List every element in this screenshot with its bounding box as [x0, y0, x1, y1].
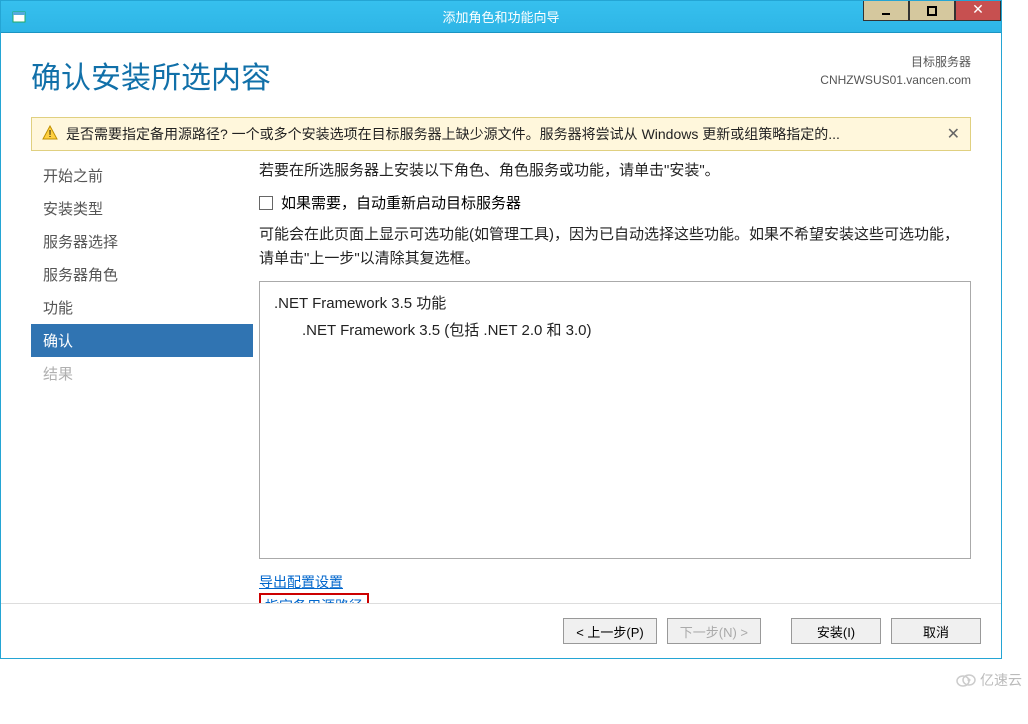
sidebar-item-results: 结果 [31, 357, 253, 390]
sidebar-item-server-roles[interactable]: 服务器角色 [31, 258, 253, 291]
next-button: 下一步(N) > [667, 618, 761, 644]
sidebar-item-installation-type[interactable]: 安装类型 [31, 192, 253, 225]
wizard-sidebar: 开始之前 安装类型 服务器选择 服务器角色 功能 确认 结果 [31, 159, 253, 620]
watermark: 亿速云 [956, 670, 1022, 690]
warning-bar: ! 是否需要指定备用源路径? 一个或多个安装选项在目标服务器上缺少源文件。服务器… [31, 117, 971, 151]
header-row: 确认安装所选内容 目标服务器 CNHZWSUS01.vancen.com [1, 33, 1001, 97]
feature-child: .NET Framework 3.5 (包括 .NET 2.0 和 3.0) [274, 319, 956, 340]
titlebar: 添加角色和功能向导 ✕ [1, 1, 1001, 33]
server-label: 目标服务器 [820, 53, 971, 71]
intro-text: 若要在所选服务器上安装以下角色、角色服务或功能，请单击"安装"。 [259, 159, 971, 180]
previous-button[interactable]: < 上一步(P) [563, 618, 657, 644]
svg-text:!: ! [49, 129, 52, 140]
warning-close-button[interactable]: ✕ [947, 124, 960, 144]
body-row: 开始之前 安装类型 服务器选择 服务器角色 功能 确认 结果 若要在所选服务器上… [1, 151, 1001, 620]
description-text: 可能会在此页面上显示可选功能(如管理工具)，因为已自动选择这些功能。如果不希望安… [259, 223, 971, 271]
window-title: 添加角色和功能向导 [442, 7, 559, 26]
app-icon [11, 9, 27, 25]
install-button[interactable]: 安装(I) [791, 618, 881, 644]
content-area: 确认安装所选内容 目标服务器 CNHZWSUS01.vancen.com ! 是… [1, 33, 1001, 658]
auto-restart-checkbox[interactable] [259, 196, 273, 210]
auto-restart-row: 如果需要，自动重新启动目标服务器 [259, 192, 971, 213]
sidebar-item-confirmation[interactable]: 确认 [31, 324, 253, 357]
features-listbox: .NET Framework 3.5 功能 .NET Framework 3.5… [259, 281, 971, 559]
target-server-info: 目标服务器 CNHZWSUS01.vancen.com [820, 53, 971, 89]
export-config-link[interactable]: 导出配置设置 [259, 574, 343, 590]
cancel-button[interactable]: 取消 [891, 618, 981, 644]
feature-parent: .NET Framework 3.5 功能 [274, 292, 956, 313]
close-button[interactable]: ✕ [955, 1, 1001, 21]
sidebar-item-server-selection[interactable]: 服务器选择 [31, 225, 253, 258]
wizard-window: 添加角色和功能向导 ✕ 确认安装所选内容 目标服务器 CNHZWSUS01.va… [0, 0, 1002, 659]
minimize-button[interactable] [863, 1, 909, 21]
wizard-footer: < 上一步(P) 下一步(N) > 安装(I) 取消 [1, 603, 1001, 658]
window-controls: ✕ [863, 1, 1001, 21]
maximize-button[interactable] [909, 1, 955, 21]
main-column: 若要在所选服务器上安装以下角色、角色服务或功能，请单击"安装"。 如果需要，自动… [253, 159, 971, 620]
server-name: CNHZWSUS01.vancen.com [820, 71, 971, 89]
sidebar-item-features[interactable]: 功能 [31, 291, 253, 324]
watermark-text: 亿速云 [980, 670, 1022, 690]
auto-restart-label: 如果需要，自动重新启动目标服务器 [281, 192, 521, 213]
warning-text: 是否需要指定备用源路径? 一个或多个安装选项在目标服务器上缺少源文件。服务器将尝… [66, 124, 840, 144]
page-title: 确认安装所选内容 [31, 53, 271, 97]
sidebar-item-before-you-begin[interactable]: 开始之前 [31, 159, 253, 192]
warning-icon: ! [42, 125, 58, 144]
